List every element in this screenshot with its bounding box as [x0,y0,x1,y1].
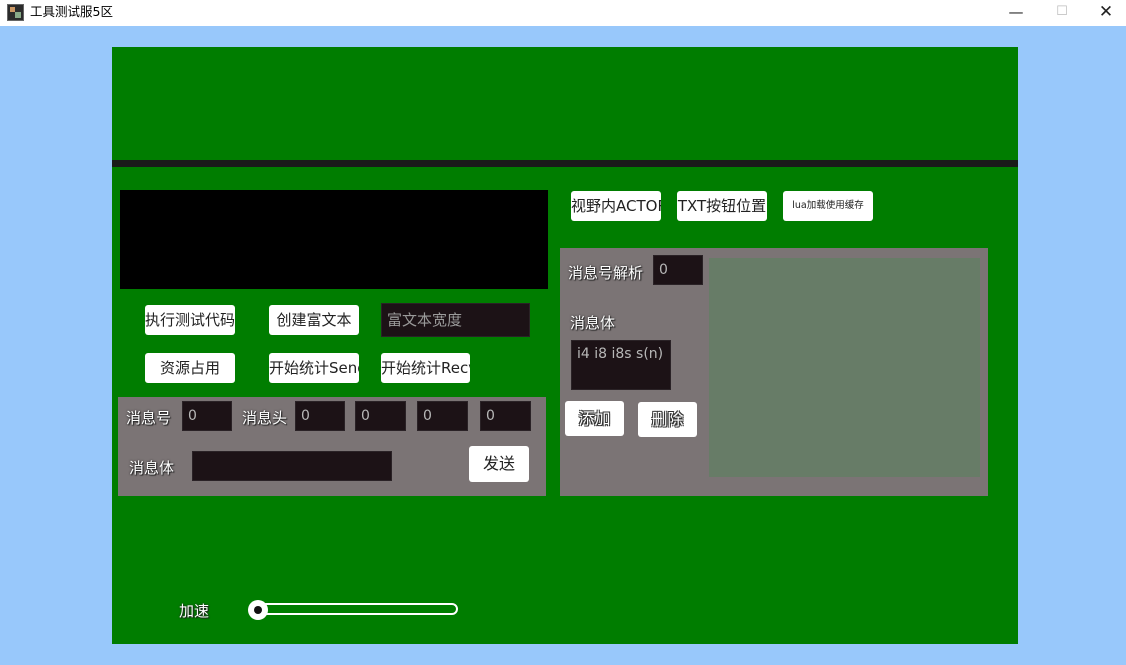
msg-head-input-1[interactable]: 0 [295,401,345,431]
msg-id-input[interactable]: 0 [182,401,232,431]
message-parse-panel: 消息号解析 0 消息体 i4 i8 i8s s(n) 添加 删除 [560,248,988,496]
close-button[interactable]: ✕ [1083,0,1126,26]
game-canvas: 视野内ACTOR TXT按钮位置 lua加载使用缓存 执行测试代码 创建富文本 … [112,47,1018,644]
app-icon [7,4,24,21]
msg-body-input[interactable] [192,451,392,481]
view-actor-button[interactable]: 视野内ACTOR [571,191,661,221]
parse-body-input[interactable]: i4 i8 i8s s(n) [571,340,671,390]
speed-slider-track[interactable] [260,603,458,615]
msg-head-label: 消息头 [242,409,288,427]
msg-head-input-3[interactable]: 0 [417,401,468,431]
lua-cache-button[interactable]: lua加载使用缓存 [783,191,873,221]
title-bar: 工具测试服5区 — ☐ ✕ [0,0,1126,26]
create-rich-text-button[interactable]: 创建富文本 [269,305,359,335]
send-message-panel: 消息号 0 消息头 0 0 0 0 消息体 发送 [118,397,546,496]
start-stat-recv-button[interactable]: 开始统计Recv [381,353,470,383]
msg-head-input-2[interactable]: 0 [355,401,406,431]
msg-head-input-4[interactable]: 0 [480,401,531,431]
send-button[interactable]: 发送 [469,446,529,482]
speed-slider-knob[interactable] [248,600,268,620]
code-output-box[interactable] [120,190,548,289]
run-test-code-button[interactable]: 执行测试代码 [145,305,235,335]
minimize-button[interactable]: — [993,0,1039,26]
start-stat-send-button[interactable]: 开始统计Send [269,353,359,383]
window-title: 工具测试服5区 [30,4,113,19]
add-button[interactable]: 添加 [565,401,624,436]
parse-id-input[interactable]: 0 [653,255,703,285]
top-divider [112,160,1018,167]
parse-body-label: 消息体 [570,314,616,332]
txt-button-position-button[interactable]: TXT按钮位置 [677,191,767,221]
rich-text-width-input[interactable]: 富文本宽度 [381,303,530,337]
maximize-button[interactable]: ☐ [1039,0,1085,26]
msg-body-label: 消息体 [129,459,175,477]
delete-button[interactable]: 删除 [638,402,697,437]
resource-usage-button[interactable]: 资源占用 [145,353,235,383]
parse-result-list[interactable] [709,258,980,477]
msg-id-label: 消息号 [126,409,172,427]
speed-label: 加速 [179,602,210,620]
parse-id-label: 消息号解析 [568,264,644,282]
